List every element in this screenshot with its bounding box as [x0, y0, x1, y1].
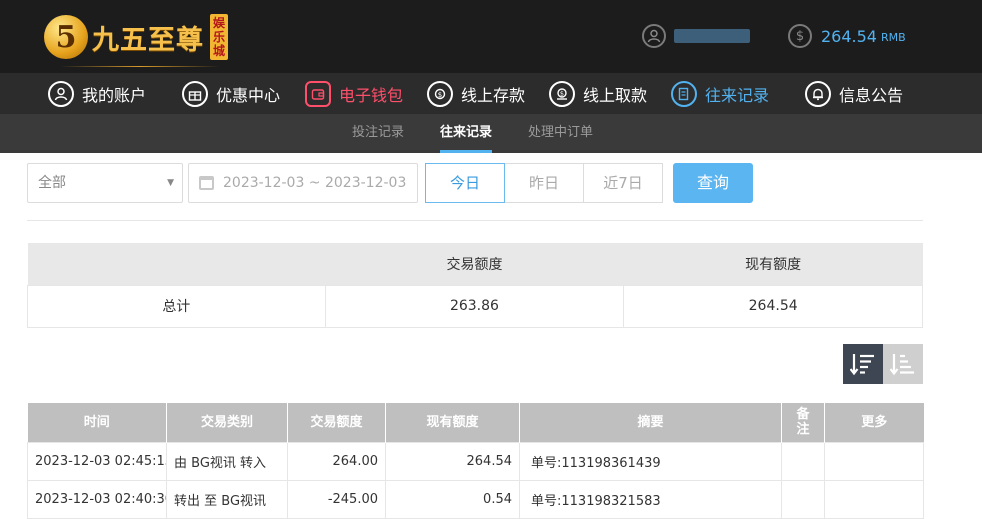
nav-item-online-deposit[interactable]: $ 线上存款 [427, 79, 525, 109]
nav-item-label: 线上取款 [583, 86, 648, 105]
sort-ascending-button[interactable] [883, 344, 923, 384]
site-logo[interactable]: 5 九五至尊 娱 乐 城 [44, 8, 228, 66]
column-header-remark: 备注 [781, 403, 825, 442]
user-icon [48, 81, 74, 107]
nav-item-transaction-records[interactable]: 往来记录 [671, 79, 769, 109]
date-range-value: 2023-12-03 ~ 2023-12-03 [223, 175, 407, 191]
sort-descending-button[interactable] [843, 344, 883, 384]
cell-summary: 单号:113198321583 [519, 479, 782, 519]
summary-header-cell: 现有额度 [623, 243, 923, 285]
quick-today-button[interactable]: 今日 [425, 163, 505, 203]
calendar-icon [199, 176, 214, 190]
column-header-balance: 现有额度 [385, 403, 520, 442]
column-header-time: 时间 [27, 403, 167, 442]
records-icon [671, 81, 697, 107]
cell-type: 转出 至 BG视讯 [166, 479, 288, 519]
summary-header-row: 交易额度 现有额度 [27, 243, 923, 285]
deposit-icon: $ [427, 81, 453, 107]
date-range-picker[interactable]: 2023-12-03 ~ 2023-12-03 [188, 163, 418, 203]
subnav-label: 往来记录 [440, 125, 493, 140]
records-header-row: 时间 交易类别 交易额度 现有额度 摘要 备注 更多 [27, 403, 924, 442]
svg-text:$: $ [560, 90, 564, 98]
quick-yesterday-button[interactable]: 昨日 [504, 163, 584, 203]
cell-remark [781, 441, 825, 481]
gift-icon [182, 81, 208, 107]
logo-underline [60, 66, 220, 67]
caret-down-icon: ▼ [167, 178, 174, 188]
cell-time: 2023-12-03 02:40:30 [27, 479, 167, 519]
nav-item-label: 优惠中心 [216, 86, 281, 105]
column-header-type: 交易类别 [166, 403, 288, 442]
nav-item-label: 我的账户 [82, 86, 147, 105]
subnav-pending-orders[interactable]: 处理中订单 [528, 114, 593, 153]
subnav-transaction-records[interactable]: 往来记录 [440, 114, 493, 153]
cell-balance: 0.54 [385, 479, 520, 519]
transaction-type-select[interactable]: 全部 ▼ [27, 163, 183, 203]
query-button[interactable]: 查询 [673, 163, 753, 203]
logo-seal: 娱 乐 城 [210, 14, 228, 60]
user-avatar-icon [642, 24, 666, 48]
active-tab-underline [440, 150, 493, 153]
nav-item-e-wallet[interactable]: 电子钱包 [305, 79, 403, 109]
table-row: 2023-12-03 02:40:30 转出 至 BG视讯 -245.00 0.… [27, 479, 924, 519]
nav-item-label: 往来记录 [705, 86, 770, 105]
summary-cell: 264.54 [623, 284, 923, 328]
logo-seal-char: 城 [212, 44, 225, 58]
summary-cell: 263.86 [324, 284, 625, 328]
quick-last7days-button[interactable]: 近7日 [583, 163, 663, 203]
withdraw-icon: $ [549, 81, 575, 107]
column-header-amount: 交易额度 [287, 403, 386, 442]
cell-type: 由 BG视讯 转入 [166, 441, 288, 481]
nav-item-promotions[interactable]: 优惠中心 [182, 79, 280, 109]
nav-item-my-account[interactable]: 我的账户 [48, 79, 146, 109]
username-masked [674, 29, 750, 43]
sub-nav: 投注记录 往来记录 处理中订单 [0, 114, 982, 153]
cell-amount: 264.00 [287, 441, 386, 481]
column-header-more: 更多 [824, 403, 924, 442]
cell-balance: 264.54 [385, 441, 520, 481]
nav-item-label: 信息公告 [839, 86, 904, 105]
site-header: 5 九五至尊 娱 乐 城 $ 264.54 RMB [0, 0, 982, 73]
main-nav: 我的账户 优惠中心 电子钱包 $ 线上存款 $ 线上取款 往来记录 信息公告 [0, 73, 982, 114]
sort-asc-icon [890, 354, 914, 376]
logo-emblem: 5 [44, 15, 88, 59]
cell-remark [781, 479, 825, 519]
nav-item-label: 线上存款 [461, 86, 526, 105]
summary-header-cell [27, 243, 326, 285]
column-header-summary: 摘要 [519, 403, 782, 442]
select-value: 全部 [38, 175, 66, 191]
balance-unit: RMB [880, 31, 906, 44]
subnav-bet-records[interactable]: 投注记录 [352, 114, 404, 153]
logo-seal-char: 乐 [212, 30, 225, 44]
table-row: 2023-12-03 02:45:15 由 BG视讯 转入 264.00 264… [27, 441, 924, 481]
cell-summary: 单号:113198361439 [519, 441, 782, 481]
cell-amount: -245.00 [287, 479, 386, 519]
summary-total-row: 总计 263.86 264.54 [27, 284, 923, 328]
summary-table: 交易额度 现有额度 总计 263.86 264.54 [27, 243, 923, 328]
nav-item-announcements[interactable]: 信息公告 [805, 79, 903, 109]
summary-cell: 总计 [27, 284, 326, 328]
cell-more[interactable] [824, 479, 924, 519]
nav-item-label: 电子钱包 [339, 86, 404, 105]
wallet-icon [305, 81, 331, 107]
logo-text: 九五至尊 [92, 24, 204, 56]
svg-text:$: $ [438, 91, 442, 99]
balance-value: 264.54 [821, 26, 877, 46]
records-table: 时间 交易类别 交易额度 现有额度 摘要 备注 更多 2023-12-03 02… [27, 403, 924, 519]
dollar-icon: $ [788, 24, 812, 48]
sort-desc-icon [850, 354, 874, 376]
logo-seal-char: 娱 [212, 16, 225, 30]
bell-icon [805, 81, 831, 107]
user-info[interactable] [642, 24, 750, 48]
summary-header-cell: 交易额度 [325, 243, 624, 285]
section-divider [27, 220, 923, 221]
balance-info: $ 264.54 RMB [788, 24, 906, 48]
cell-more[interactable] [824, 441, 924, 481]
cell-time: 2023-12-03 02:45:15 [27, 441, 167, 481]
nav-item-online-withdraw[interactable]: $ 线上取款 [549, 79, 647, 109]
